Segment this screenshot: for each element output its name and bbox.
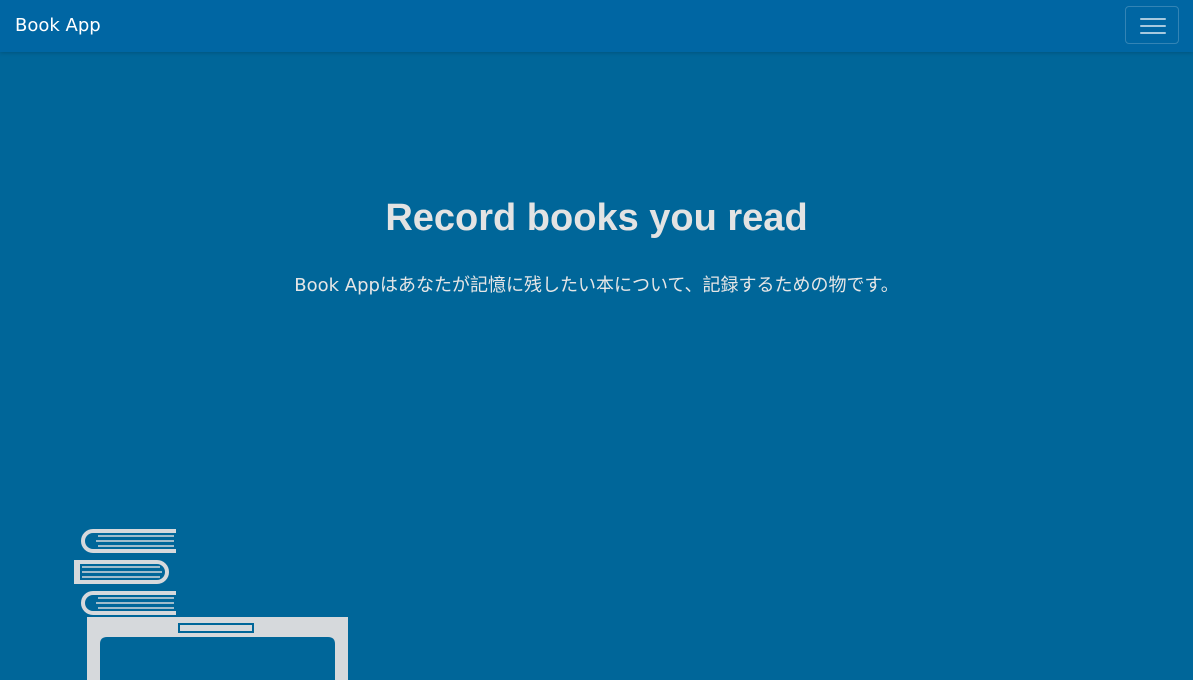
hero-title: Record books you read: [385, 197, 808, 239]
book-stack-laptop-icon: [74, 529, 348, 680]
hero-section: Record books you read Book Appはあなたが記憶に残し…: [0, 52, 1193, 680]
navbar: Book App: [0, 0, 1193, 52]
navbar-toggle-button[interactable]: [1125, 6, 1179, 44]
navbar-brand[interactable]: Book App: [15, 14, 101, 38]
hero-lead: Book Appはあなたが記憶に残したい本について、記録するための物です。: [294, 275, 899, 296]
